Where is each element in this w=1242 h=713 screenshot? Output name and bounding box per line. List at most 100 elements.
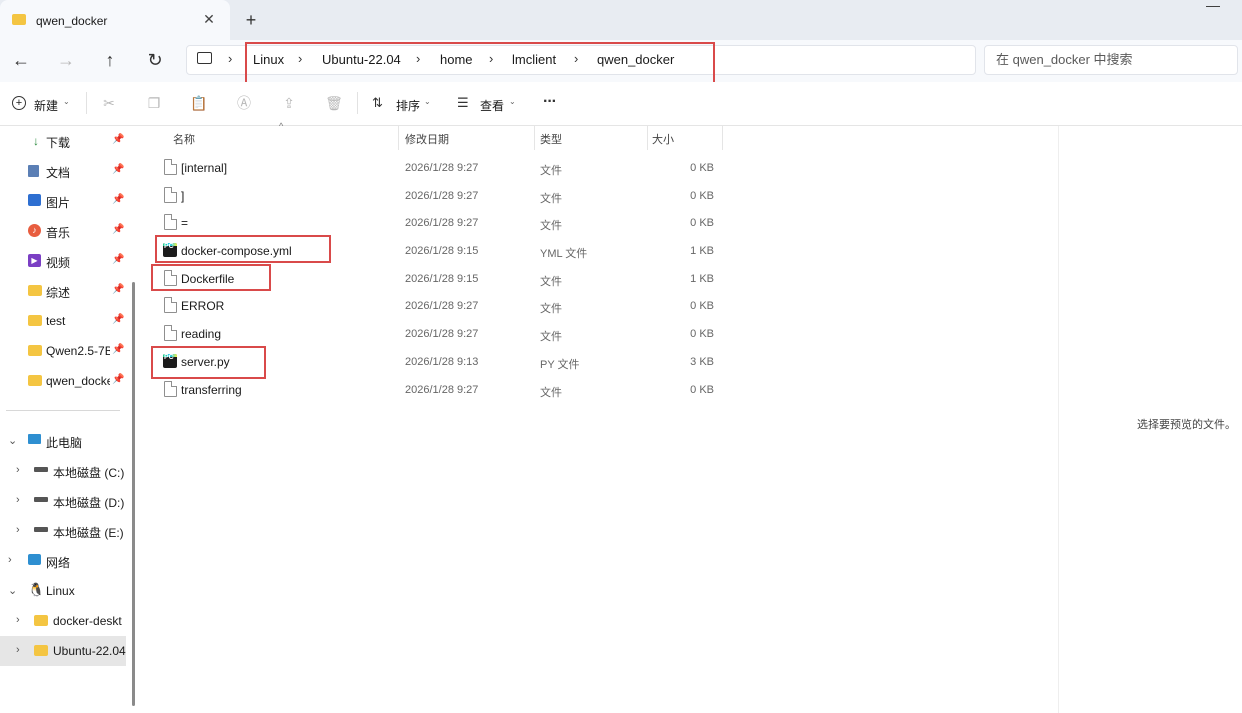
- music-icon: ♪: [28, 224, 41, 237]
- sidebar-item-drive-d[interactable]: › 本地磁盘 (D:): [0, 486, 126, 516]
- sidebar-item-label: Ubuntu-22.04: [53, 644, 126, 658]
- sidebar-item-label: Qwen2.5-7B: [46, 344, 110, 358]
- file-date: 2026/1/28 9:13: [405, 356, 479, 368]
- column-header-name[interactable]: 名称: [173, 131, 195, 147]
- file-icon: [164, 214, 177, 230]
- file-date: 2026/1/28 9:15: [405, 245, 479, 257]
- sidebar-item-downloads[interactable]: ↓ 下载 📌: [0, 126, 126, 156]
- pin-icon: 📌: [112, 164, 125, 175]
- close-tab-icon[interactable]: ✕: [200, 10, 218, 28]
- cut-icon[interactable]: ✂: [100, 94, 118, 112]
- sidebar-item-label: 下载: [46, 136, 71, 150]
- file-date: 2026/1/28 9:27: [405, 300, 479, 312]
- sidebar-item-network[interactable]: › 网络: [0, 546, 126, 576]
- file-row[interactable]: = 2026/1/28 9:27 文件 0 KB: [160, 209, 722, 237]
- column-header-date[interactable]: 修改日期: [405, 131, 449, 147]
- sidebar-scrollbar[interactable]: [132, 282, 135, 706]
- file-row[interactable]: ] 2026/1/28 9:27 文件 0 KB: [160, 182, 722, 210]
- file-type: 文件: [540, 165, 562, 177]
- column-divider[interactable]: [722, 126, 723, 150]
- sidebar-item-linux[interactable]: ⌄ 🐧 Linux: [0, 576, 126, 606]
- pin-icon: 📌: [112, 374, 125, 385]
- paste-icon[interactable]: 📋: [190, 94, 208, 112]
- chevron-down-icon: ⌄: [63, 97, 70, 106]
- drive-icon: [34, 497, 48, 502]
- highlight-box-dockerfile: [151, 264, 271, 291]
- file-name: transferring: [181, 383, 242, 397]
- back-button[interactable]: ←: [8, 50, 34, 70]
- file-size: 1 KB: [690, 273, 714, 285]
- preview-message: 选择要预览的文件。: [1137, 419, 1236, 431]
- document-icon: [28, 165, 39, 177]
- file-icon: [164, 159, 177, 175]
- delete-icon[interactable]: 🗑: [325, 94, 343, 112]
- pin-icon: 📌: [112, 224, 125, 235]
- copy-icon[interactable]: ❐: [145, 94, 163, 112]
- new-tab-button[interactable]: +: [241, 10, 261, 30]
- sidebar-item-ubuntu[interactable]: › Ubuntu-22.04: [0, 636, 126, 666]
- sort-indicator-icon: ^: [279, 121, 284, 131]
- sidebar-item-music[interactable]: ♪ 音乐 📌: [0, 216, 126, 246]
- folder-icon: [34, 645, 48, 656]
- file-size: 3 KB: [690, 356, 714, 368]
- command-bar: [0, 82, 1242, 126]
- chevron-down-icon: ⌄: [8, 585, 18, 597]
- sidebar-item-documents[interactable]: 文档 📌: [0, 156, 126, 186]
- toolbar-divider: [86, 92, 87, 114]
- file-date: 2026/1/28 9:27: [405, 190, 479, 202]
- sidebar-item-review[interactable]: 综述 📌: [0, 276, 126, 306]
- file-row[interactable]: [internal] 2026/1/28 9:27 文件 0 KB: [160, 154, 722, 182]
- linux-icon: 🐧: [28, 582, 45, 597]
- rename-icon[interactable]: Ⓐ: [235, 94, 253, 112]
- file-icon: [164, 325, 177, 341]
- file-size: 0 KB: [690, 328, 714, 340]
- sidebar-item-label: 本地磁盘 (E:): [53, 526, 124, 540]
- search-input[interactable]: [996, 51, 1216, 67]
- sidebar-item-this-pc[interactable]: ⌄ 此电脑: [0, 426, 126, 456]
- sidebar-item-drive-c[interactable]: › 本地磁盘 (C:): [0, 456, 126, 486]
- file-row[interactable]: transferring 2026/1/28 9:27 文件 0 KB: [160, 376, 722, 404]
- file-type: 文件: [540, 276, 562, 288]
- view-button[interactable]: ☰ 查看 ⌄: [457, 94, 519, 114]
- sidebar-item-label: test: [46, 314, 66, 328]
- column-header-size[interactable]: 大小: [652, 131, 674, 147]
- folder-icon: [28, 315, 42, 326]
- file-icon: [164, 381, 177, 397]
- column-divider[interactable]: [398, 126, 399, 150]
- file-row[interactable]: reading 2026/1/28 9:27 文件 0 KB: [160, 320, 722, 348]
- new-button[interactable]: + 新建 ⌄: [10, 94, 72, 114]
- sort-icon: ⇅: [372, 95, 383, 110]
- sidebar-item-label: 音乐: [46, 226, 71, 240]
- forward-button[interactable]: →: [53, 50, 79, 70]
- download-icon: ↓: [33, 134, 39, 148]
- view-label: 查看: [480, 99, 505, 113]
- more-options-button[interactable]: ···: [543, 93, 557, 111]
- sidebar-item-videos[interactable]: ▶ 视频 📌: [0, 246, 126, 276]
- sort-button[interactable]: ⇅ 排序 ⌄: [372, 94, 434, 114]
- column-divider[interactable]: [647, 126, 648, 150]
- sidebar-item-qwen-docker[interactable]: qwen_docke 📌: [0, 366, 126, 396]
- minimize-button[interactable]: —: [1198, 0, 1228, 16]
- pin-icon: 📌: [112, 314, 125, 325]
- sidebar-item-label: 本地磁盘 (C:): [53, 466, 125, 480]
- sidebar-item-label: 文档: [46, 166, 71, 180]
- column-divider[interactable]: [534, 126, 535, 150]
- preview-pane-divider[interactable]: [1058, 126, 1059, 713]
- sidebar-item-pictures[interactable]: 图片 📌: [0, 186, 126, 216]
- toolbar-divider: [357, 92, 358, 114]
- sidebar-item-label: 视频: [46, 256, 71, 270]
- file-size: 0 KB: [690, 217, 714, 229]
- new-label: 新建: [34, 99, 59, 113]
- column-header-type[interactable]: 类型: [540, 131, 562, 147]
- sidebar-item-test[interactable]: test 📌: [0, 306, 126, 336]
- sidebar-item-qwen25[interactable]: Qwen2.5-7B 📌: [0, 336, 126, 366]
- sidebar-item-label: docker-deskt: [53, 614, 122, 628]
- sidebar-item-docker-desktop[interactable]: › docker-deskt: [0, 606, 126, 636]
- up-button[interactable]: ↑: [97, 50, 123, 70]
- refresh-button[interactable]: ↻: [142, 50, 168, 70]
- highlight-box-server-py: [151, 346, 266, 379]
- file-row[interactable]: ERROR 2026/1/28 9:27 文件 0 KB: [160, 292, 722, 320]
- share-icon[interactable]: ⇪: [280, 94, 298, 112]
- tab-active[interactable]: qwen_docker ✕: [0, 0, 230, 40]
- sidebar-item-drive-e[interactable]: › 本地磁盘 (E:): [0, 516, 126, 546]
